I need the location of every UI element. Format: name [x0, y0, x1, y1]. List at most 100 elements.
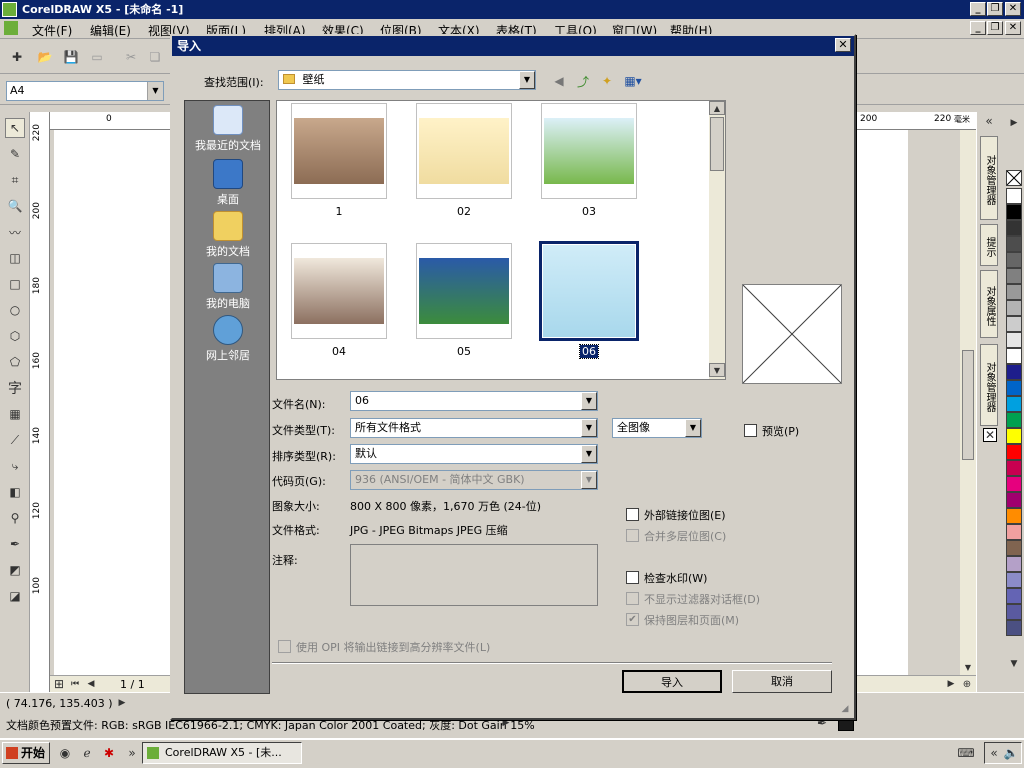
palette-swatch[interactable]: [1006, 588, 1022, 604]
basic-shapes-tool-icon[interactable]: ⬠: [5, 352, 25, 372]
tab-hints[interactable]: 提示: [980, 224, 998, 266]
thumb-02[interactable]: [416, 103, 512, 199]
palette-swatch[interactable]: [1006, 268, 1022, 284]
print-icon[interactable]: ▭: [88, 48, 106, 66]
open-icon[interactable]: 📂: [36, 48, 54, 66]
place-recent[interactable]: 我最近的文档: [185, 105, 271, 153]
up-folder-icon[interactable]: ⤴: [574, 72, 592, 90]
quicklaunch-more-icon[interactable]: »: [126, 744, 138, 762]
start-button[interactable]: 开始: [2, 742, 50, 764]
palette-swatch[interactable]: [1006, 188, 1022, 204]
taskbar-item-coreldraw[interactable]: CorelDRAW X5 - [未...: [142, 742, 302, 764]
add-page-icon[interactable]: ⊞: [52, 677, 66, 691]
tab-object-manager-2[interactable]: 对象管理器: [980, 344, 998, 426]
filetype-select[interactable]: 所有文件格式 ▼: [350, 418, 598, 438]
smart-fill-tool-icon[interactable]: ◫: [5, 248, 25, 268]
palette-swatch[interactable]: [1006, 460, 1022, 476]
palette-swatch[interactable]: [1006, 316, 1022, 332]
rectangle-tool-icon[interactable]: □: [5, 274, 25, 294]
close-button[interactable]: ✕: [1005, 2, 1021, 16]
tray-expand-icon[interactable]: «: [987, 745, 1001, 761]
place-network[interactable]: 网上邻居: [185, 315, 271, 363]
tab-object-manager[interactable]: 对象管理器: [980, 136, 998, 220]
place-my-computer[interactable]: 我的电脑: [185, 263, 271, 311]
palette-swatch[interactable]: [1006, 620, 1022, 636]
palette-swatch[interactable]: [1006, 348, 1022, 364]
menu-edit[interactable]: 编辑(E): [90, 22, 131, 39]
palette-swatch[interactable]: [1006, 428, 1022, 444]
palette-swatch[interactable]: [1006, 332, 1022, 348]
preview-checkbox[interactable]: [744, 424, 757, 437]
file-thumbnail-list[interactable]: 1 02 03 04 05 06 ▲ ▼: [276, 100, 726, 380]
palette-swatch[interactable]: [1006, 252, 1022, 268]
copy-icon[interactable]: ❏: [146, 48, 164, 66]
watermark-checkbox[interactable]: [626, 571, 639, 584]
keyboard-icon[interactable]: ⌨: [956, 744, 976, 762]
thumb-1[interactable]: [291, 103, 387, 199]
quicklaunch-browser-icon[interactable]: ◉: [56, 744, 74, 762]
palette-swatch[interactable]: [1006, 492, 1022, 508]
dialog-close-button[interactable]: ✕: [835, 38, 851, 52]
pick-tool-icon[interactable]: ↖: [5, 118, 25, 138]
palette-swatch[interactable]: [1006, 300, 1022, 316]
sort-select[interactable]: 默认 ▼: [350, 444, 598, 464]
interactive-fill-tool-icon[interactable]: ◪: [5, 586, 25, 606]
scroll-up-icon[interactable]: ▲: [709, 101, 725, 115]
dimension-tool-icon[interactable]: ⟋: [5, 430, 25, 450]
palette-swatch[interactable]: [1006, 476, 1022, 492]
blend-tool-icon[interactable]: ◧: [5, 482, 25, 502]
scroll-thumb[interactable]: [710, 117, 724, 171]
freehand-tool-icon[interactable]: 〰: [5, 222, 25, 242]
table-tool-icon[interactable]: ▦: [5, 404, 25, 424]
outline-tool-icon[interactable]: ✒: [5, 534, 25, 554]
external-link-checkbox[interactable]: [626, 508, 639, 521]
connector-tool-icon[interactable]: ⤷: [5, 456, 25, 476]
palette-swatch[interactable]: [1006, 444, 1022, 460]
tab-object-properties[interactable]: 对象属性: [980, 270, 998, 338]
zoom-navigator-icon[interactable]: ⊕: [960, 677, 974, 691]
doc-minimize-button[interactable]: _: [970, 21, 986, 35]
thumb-04[interactable]: [291, 243, 387, 339]
new-folder-icon[interactable]: ✦: [598, 72, 616, 90]
quicklaunch-ie-icon[interactable]: ℯ: [78, 744, 96, 762]
first-page-icon[interactable]: ⏮: [68, 677, 82, 691]
crop-tool-icon[interactable]: ⌗: [5, 170, 25, 190]
palette-swatch[interactable]: [1006, 236, 1022, 252]
minimize-button[interactable]: _: [970, 2, 986, 16]
palette-swatch[interactable]: [1006, 396, 1022, 412]
ellipse-tool-icon[interactable]: ○: [5, 300, 25, 320]
scroll-down-icon[interactable]: ▼: [709, 363, 725, 377]
palette-swatch[interactable]: [1006, 364, 1022, 380]
fill-tool-icon[interactable]: ◩: [5, 560, 25, 580]
filename-input[interactable]: 06 ▼: [350, 391, 598, 411]
palette-swatch[interactable]: [1006, 284, 1022, 300]
volume-icon[interactable]: 🔈: [1003, 745, 1019, 761]
cancel-button[interactable]: 取消: [732, 670, 832, 693]
doc-restore-button[interactable]: ❐: [987, 21, 1003, 35]
palette-swatch[interactable]: [1006, 524, 1022, 540]
palette-swatch[interactable]: [1006, 220, 1022, 236]
palette-scroll-up-icon[interactable]: ▶: [1006, 116, 1022, 130]
palette-swatch[interactable]: [1006, 412, 1022, 428]
place-my-documents[interactable]: 我的文档: [185, 211, 271, 259]
palette-swatch[interactable]: [1006, 380, 1022, 396]
look-in-select[interactable]: 壁纸 ▼: [278, 70, 536, 90]
palette-swatch[interactable]: [1006, 556, 1022, 572]
thumb-03[interactable]: [541, 103, 637, 199]
thumb-05[interactable]: [416, 243, 512, 339]
close-docker-icon[interactable]: ✕: [983, 428, 997, 442]
doc-close-button[interactable]: ✕: [1005, 21, 1021, 35]
scroll-right-icon[interactable]: ▶: [944, 677, 958, 691]
view-menu-icon[interactable]: ▦▾: [622, 72, 644, 90]
resize-grip-icon[interactable]: ◢: [838, 702, 852, 716]
scroll-down-icon[interactable]: ▼: [960, 660, 976, 674]
shape-tool-icon[interactable]: ✎: [5, 144, 25, 164]
no-color-swatch[interactable]: [1006, 170, 1022, 186]
new-icon[interactable]: ✚: [8, 48, 26, 66]
back-icon[interactable]: ◀: [550, 72, 568, 90]
zoom-tool-icon[interactable]: 🔍: [5, 196, 25, 216]
eyedropper-tool-icon[interactable]: ⚲: [5, 508, 25, 528]
save-icon[interactable]: 💾: [62, 48, 80, 66]
collapse-docker-icon[interactable]: «: [981, 114, 997, 128]
thumb-06-selected[interactable]: [539, 241, 639, 341]
